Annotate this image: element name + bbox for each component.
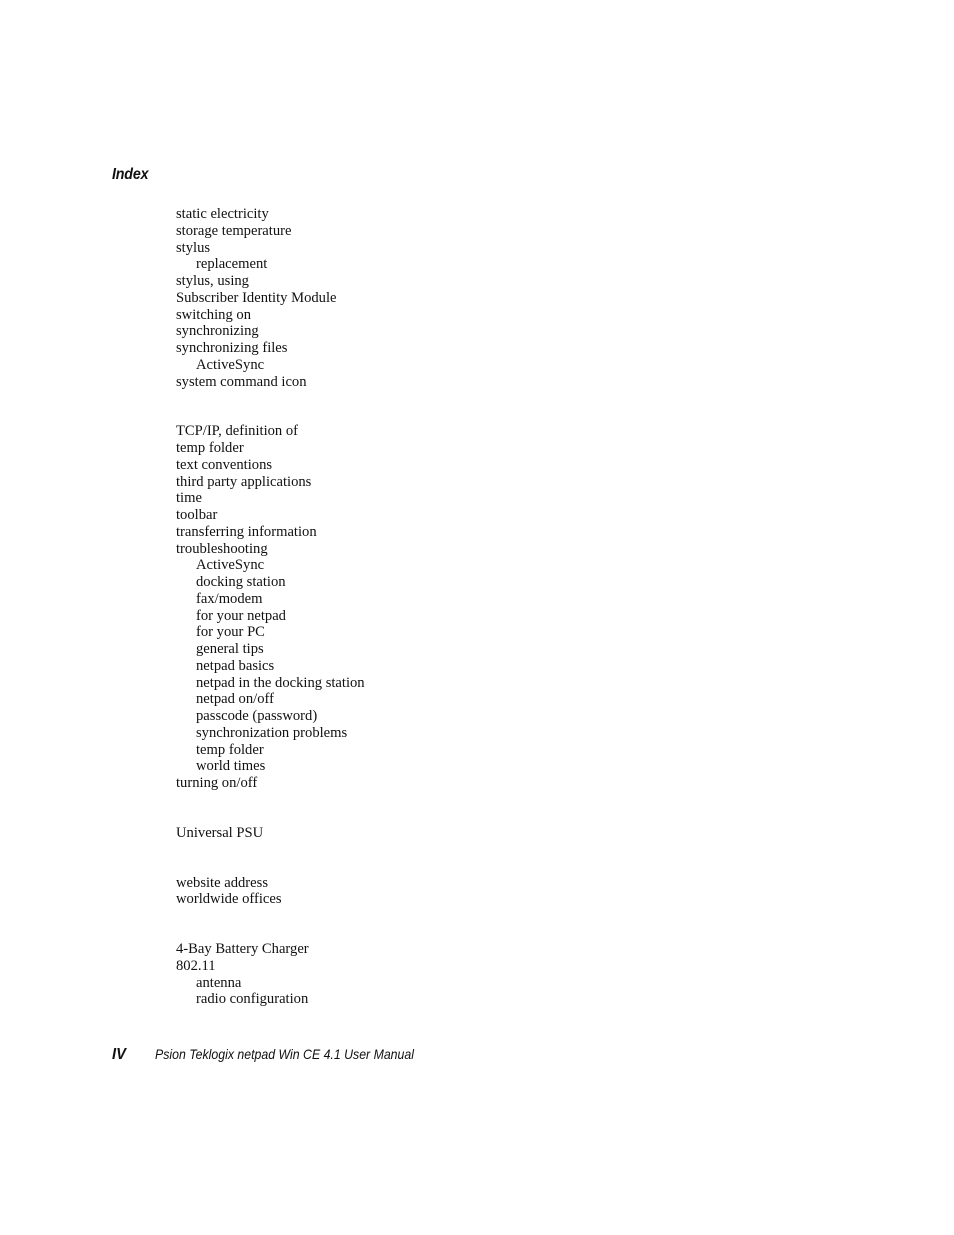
index-subentry: for your PC [196, 624, 265, 641]
index-entry: static electricity [176, 206, 269, 222]
index-subentry: synchronization problems [196, 724, 348, 741]
index-entry: stylus, using [176, 273, 249, 289]
index-entry: 4-Bay Battery Charger [176, 941, 309, 957]
index-entry: time [176, 490, 202, 507]
manual-title: Psion Teklogix netpad Win CE 4.1 User Ma… [155, 1046, 415, 1062]
index-subentry: netpad basics [196, 657, 275, 674]
group-spacer [176, 792, 365, 825]
index-entry: toolbar [176, 507, 218, 523]
index-entry: turning on/off [176, 775, 258, 791]
index-group-w: website address worldwide offices [176, 875, 365, 909]
index-entry: Subscriber Identity Module [176, 289, 337, 306]
group-spacer [176, 842, 365, 875]
index-subentry: antenna [196, 974, 242, 991]
section-title: Index [112, 166, 149, 183]
index-entry: system command icon [176, 373, 307, 390]
index-entry: worldwide offices [176, 891, 282, 908]
index-subentry: ActiveSync [196, 557, 265, 574]
index-subentry: general tips [196, 641, 264, 657]
index-entry: transferring information [176, 523, 317, 540]
index-subentry: ActiveSync [196, 356, 265, 373]
index-subentry: temp folder [196, 741, 264, 758]
index-entry: Universal PSU [176, 824, 264, 841]
index-subentry: fax/modem [196, 590, 263, 607]
index-list: static electricity storage temperature s… [176, 206, 365, 1008]
index-subentry: world times [196, 758, 266, 775]
index-group-numerics: 4-Bay Battery Charger 802.11 antenna rad… [176, 941, 365, 1008]
index-group-s: static electricity storage temperature s… [176, 206, 365, 390]
index-entry: third party applications [176, 473, 312, 490]
index-entry: switching on [176, 306, 251, 323]
group-spacer [176, 908, 365, 941]
index-subentry: replacement [196, 256, 268, 273]
index-subentry: radio configuration [196, 991, 309, 1008]
index-entry: synchronizing [176, 323, 259, 340]
index-entry: 802.11 [176, 957, 216, 974]
index-entry: stylus [176, 239, 211, 256]
index-entry: website address [176, 874, 268, 891]
group-spacer [176, 390, 365, 423]
index-subentry: netpad on/off [196, 691, 274, 708]
index-group-t: TCP/IP, definition of temp folder text c… [176, 423, 365, 792]
page-footer: IV Psion Teklogix netpad Win CE 4.1 User… [112, 1046, 450, 1064]
index-subentry: passcode (password) [196, 708, 318, 724]
index-subentry: docking station [196, 574, 286, 590]
index-entry: TCP/IP, definition of [176, 423, 299, 440]
index-subentry: netpad in the docking station [196, 674, 365, 691]
index-entry: storage temperature [176, 222, 292, 239]
index-entry: synchronizing files [176, 340, 288, 356]
index-entry: troubleshooting [176, 540, 268, 557]
index-entry: text conventions [176, 456, 273, 473]
index-group-u: Universal PSU [176, 825, 365, 842]
page-number: IV [112, 1046, 126, 1063]
index-entry: temp folder [176, 440, 244, 456]
index-subentry: for your netpad [196, 607, 286, 624]
